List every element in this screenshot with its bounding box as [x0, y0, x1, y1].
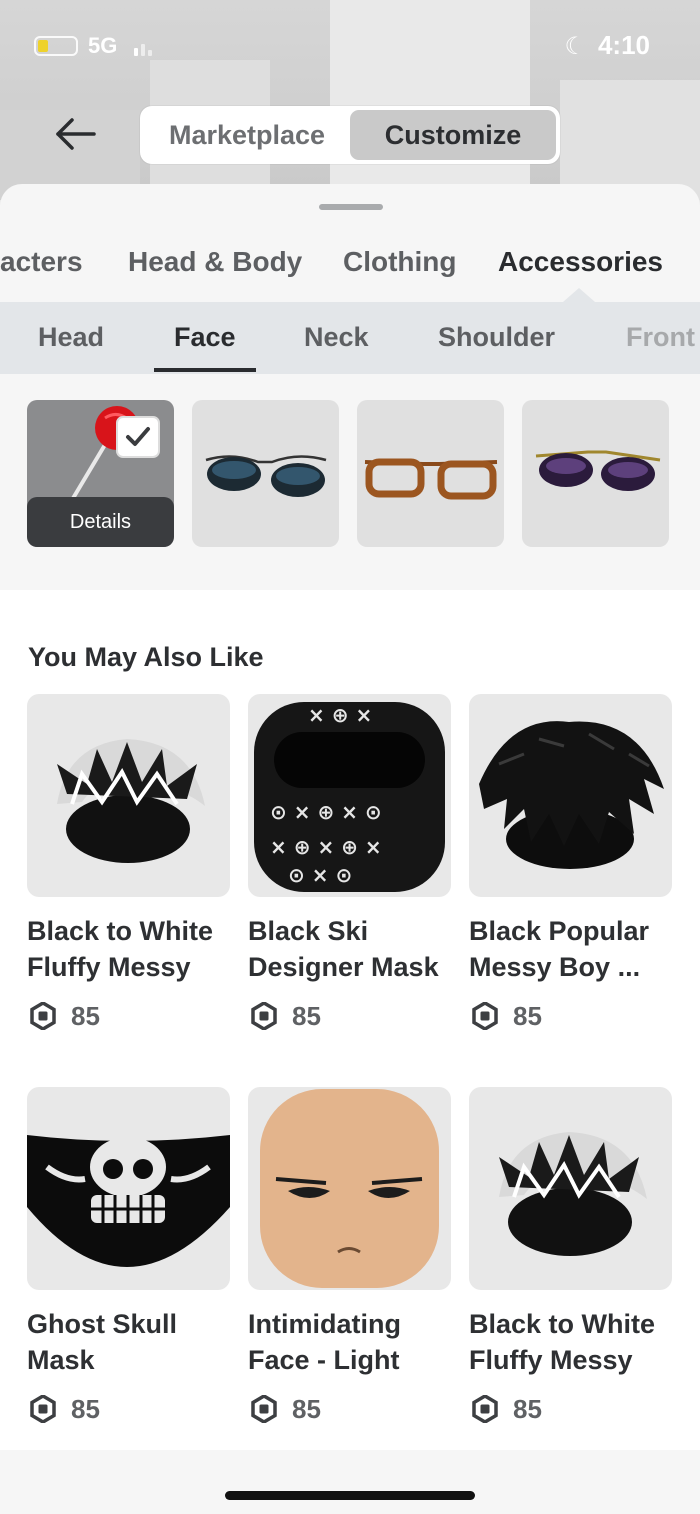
- subtab-head[interactable]: Head: [38, 322, 104, 353]
- product-thumbnail[interactable]: [27, 694, 230, 897]
- details-button[interactable]: Details: [27, 497, 174, 547]
- section-title: You May Also Like: [28, 642, 264, 672]
- tab-customize[interactable]: Customize: [350, 110, 556, 160]
- subtab-shoulder[interactable]: Shoulder: [438, 322, 555, 353]
- subtab-face[interactable]: Face: [174, 322, 236, 353]
- product-name: Black to White Fluffy Messy: [27, 916, 214, 982]
- product-thumbnail[interactable]: [248, 1087, 451, 1290]
- product-price: 85: [248, 1001, 451, 1031]
- product-price: 85: [27, 1001, 230, 1031]
- product-thumbnail[interactable]: [469, 1087, 672, 1290]
- customize-sheet: acters Head & Body Clothing Accessories …: [0, 184, 700, 1514]
- product-name: Ghost Skull Mask: [27, 1309, 178, 1375]
- product-name: Intimidating Face - Light: [248, 1309, 401, 1375]
- subtab-neck[interactable]: Neck: [304, 322, 369, 353]
- robux-icon: [30, 1002, 56, 1030]
- product-price: 85: [469, 1001, 672, 1031]
- robux-icon: [251, 1002, 277, 1030]
- product-name: Black to White Fluffy Messy: [469, 1309, 656, 1375]
- product-card[interactable]: Ghost Skull Mask 85: [27, 1087, 230, 1424]
- ski-mask-icon: × ⊕ × ⊙ × ⊕ × ⊙ × ⊕ × ⊕ × ⊙ × ⊙: [254, 702, 445, 892]
- active-tab-pointer: [563, 288, 595, 302]
- brown-glasses-icon: [364, 458, 498, 500]
- equipped-item-purple-shades[interactable]: [522, 400, 669, 547]
- product-card[interactable]: Black to White Fluffy Messy 85: [27, 694, 230, 1031]
- recommendations-section: You May Also Like Black to White Fluffy …: [0, 590, 700, 1450]
- product-card[interactable]: × ⊕ × ⊙ × ⊕ × ⊙ × ⊕ × ⊕ × ⊙ × ⊙ Black Sk…: [248, 694, 451, 1031]
- equipped-item-aviators[interactable]: [192, 400, 339, 547]
- svg-text:⊙ × ⊙: ⊙ × ⊙: [288, 863, 352, 887]
- mode-switcher: Marketplace Customize: [140, 106, 560, 164]
- subtab-active-indicator: [154, 368, 256, 372]
- back-button[interactable]: [50, 112, 100, 156]
- tab-clothing[interactable]: Clothing: [343, 246, 457, 278]
- signal-icon: [134, 34, 160, 56]
- sheet-drag-handle[interactable]: [319, 204, 383, 210]
- subtab-front[interactable]: Front: [626, 322, 695, 353]
- product-price: 85: [248, 1394, 451, 1424]
- robux-icon: [472, 1002, 498, 1030]
- product-name: Black Popular Messy Boy ...: [469, 916, 650, 982]
- product-card[interactable]: Black Popular Messy Boy ... 85: [469, 694, 672, 1031]
- product-card[interactable]: Black to White Fluffy Messy 85: [469, 1087, 672, 1424]
- product-price: 85: [469, 1394, 672, 1424]
- product-thumbnail[interactable]: × ⊕ × ⊙ × ⊕ × ⊙ × ⊕ × ⊕ × ⊙ × ⊙: [248, 694, 451, 897]
- checkmark-icon: [126, 427, 150, 446]
- category-tabs: acters Head & Body Clothing Accessories: [0, 246, 700, 286]
- aviator-sunglasses-icon: [205, 455, 327, 497]
- svg-text:× ⊕ × ⊕ ×: × ⊕ × ⊕ ×: [270, 835, 382, 859]
- fluffy-hair-icon: [499, 1132, 647, 1256]
- tab-marketplace[interactable]: Marketplace: [144, 110, 350, 160]
- product-card[interactable]: Intimidating Face - Light 85: [248, 1087, 451, 1424]
- robux-icon: [472, 1395, 498, 1423]
- product-thumbnail[interactable]: [469, 694, 672, 897]
- status-bar: 5G ☾ 4:10: [0, 26, 700, 66]
- robux-icon: [251, 1395, 277, 1423]
- product-name: Black Ski Designer Mask: [248, 916, 439, 982]
- equipped-items-row: Details: [0, 400, 700, 590]
- robux-icon: [30, 1395, 56, 1423]
- selected-checkbox[interactable]: [116, 416, 160, 458]
- equipped-item-glasses[interactable]: [357, 400, 504, 547]
- purple-sunglasses-icon: [535, 450, 661, 491]
- face-head-icon: [260, 1089, 439, 1288]
- fluffy-hair-icon: [57, 739, 205, 863]
- tab-characters[interactable]: acters: [0, 246, 83, 278]
- moon-icon: ☾: [564, 33, 586, 60]
- tab-accessories[interactable]: Accessories: [498, 246, 663, 278]
- product-thumbnail[interactable]: [27, 1087, 230, 1290]
- svg-text:× ⊕ ×: × ⊕ ×: [308, 703, 372, 727]
- tab-head-body[interactable]: Head & Body: [128, 246, 302, 278]
- skull-mask-icon: [27, 1135, 230, 1267]
- home-indicator[interactable]: [225, 1491, 475, 1500]
- battery-icon: [34, 36, 78, 56]
- subcategory-tabs: Head Face Neck Shoulder Front: [0, 302, 700, 374]
- messy-hair-icon: [479, 721, 664, 869]
- clock: 4:10: [597, 30, 650, 60]
- equipped-item-lollipop[interactable]: Details: [27, 400, 174, 547]
- network-type: 5G: [88, 33, 118, 58]
- product-price: 85: [27, 1394, 230, 1424]
- svg-text:⊙ × ⊕ × ⊙: ⊙ × ⊕ × ⊙: [270, 800, 382, 824]
- arrow-left-icon: [56, 118, 96, 150]
